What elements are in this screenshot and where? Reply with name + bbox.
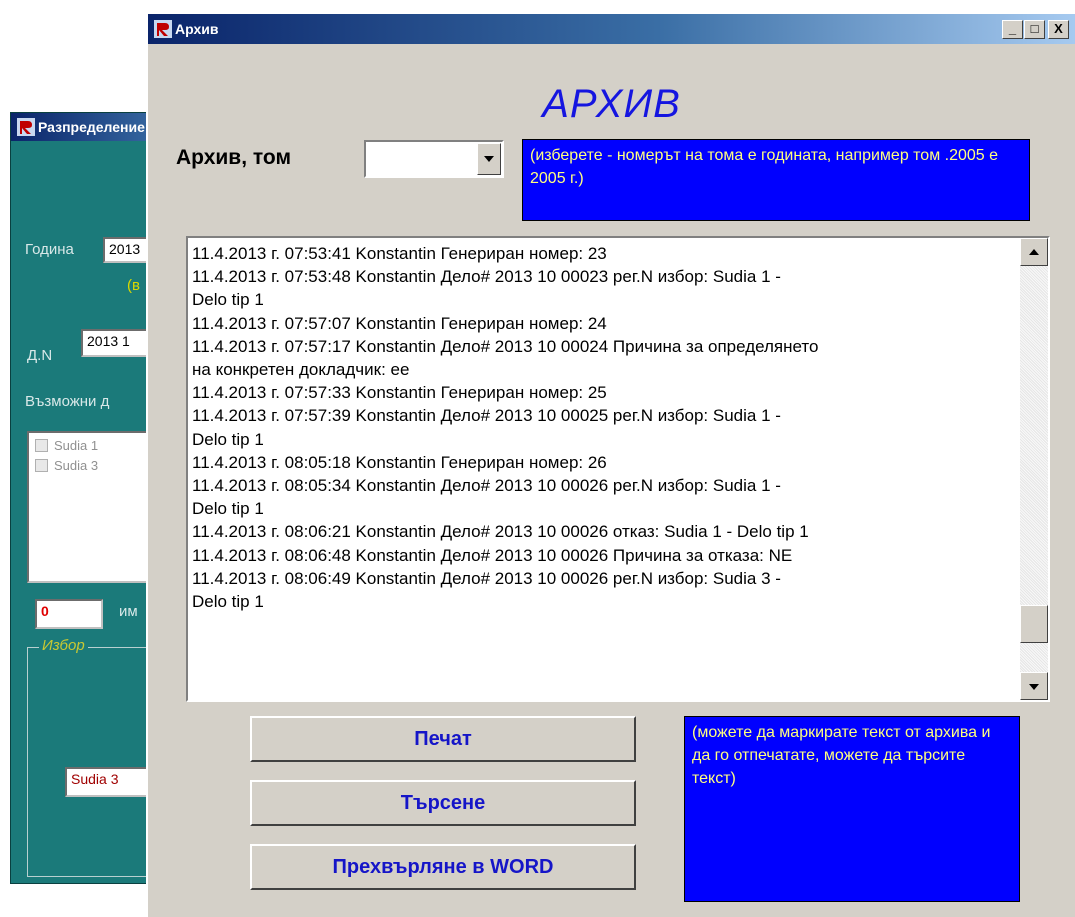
log-line: 11.4.2013 г. 07:57:33 Konstantin Генерир… xyxy=(192,383,607,403)
log-line: 11.4.2013 г. 08:05:18 Konstantin Генерир… xyxy=(192,452,607,472)
export-word-button[interactable]: Прехвърляне в WORD xyxy=(250,844,636,890)
print-hint: (можете да маркирате текст от архива и д… xyxy=(684,716,1020,902)
judge-name: Sudia 1 xyxy=(54,437,99,453)
archive-log[interactable]: 11.4.2013 г. 07:53:41 Konstantin Генерир… xyxy=(186,236,1050,702)
possible-judges-label: Възможни д xyxy=(25,393,110,410)
maximize-button[interactable]: □ xyxy=(1024,20,1045,39)
log-line: Delo tip 1 xyxy=(192,499,264,519)
year-hint: (в xyxy=(127,277,140,294)
log-line: на конкретен докладчик: ее xyxy=(192,360,410,380)
log-text[interactable]: 11.4.2013 г. 07:53:41 Konstantin Генерир… xyxy=(192,242,1018,613)
app-icon xyxy=(17,118,35,136)
scroll-up-button[interactable] xyxy=(1020,238,1048,266)
print-button[interactable]: Печат xyxy=(250,716,636,762)
log-line: 11.4.2013 г. 07:57:17 Konstantin Дело# 2… xyxy=(192,336,819,356)
log-line: 11.4.2013 г. 08:06:49 Konstantin Дело# 2… xyxy=(192,568,781,588)
page-heading: АРХИВ xyxy=(542,82,681,126)
year-label: Година xyxy=(25,241,74,258)
chevron-down-icon xyxy=(484,156,494,162)
checkbox-icon xyxy=(35,438,48,452)
arrow-up-icon xyxy=(1029,249,1039,255)
log-line: 11.4.2013 г. 07:53:48 Konstantin Дело# 2… xyxy=(192,267,781,287)
volume-hint: (изберете - номерът на тома е годината, … xyxy=(522,139,1030,221)
app-icon xyxy=(154,20,172,38)
selection-group-label: Избор xyxy=(39,637,88,654)
close-button[interactable]: X xyxy=(1048,20,1069,39)
volume-select[interactable] xyxy=(364,140,504,178)
volume-label: Архив, том xyxy=(176,146,291,169)
vertical-scrollbar[interactable] xyxy=(1020,238,1048,700)
log-line: Delo tip 1 xyxy=(192,429,264,449)
judge-name: Sudia 3 xyxy=(54,457,99,473)
dropdown-button[interactable] xyxy=(477,143,501,175)
log-line: 11.4.2013 г. 07:53:41 Konstantin Генерир… xyxy=(192,244,607,263)
scroll-down-button[interactable] xyxy=(1020,672,1048,700)
arrow-down-icon xyxy=(1029,684,1039,690)
case-number-label: Д.N xyxy=(27,347,53,364)
log-line: Delo tip 1 xyxy=(192,592,264,612)
count-field[interactable]: 0 xyxy=(35,599,103,629)
log-line: 11.4.2013 г. 07:57:39 Konstantin Дело# 2… xyxy=(192,406,781,426)
log-line: 11.4.2013 г. 07:57:07 Konstantin Генерир… xyxy=(192,313,607,333)
log-line: 11.4.2013 г. 08:06:21 Konstantin Дело# 2… xyxy=(192,522,809,542)
minimize-button[interactable]: _ xyxy=(1002,20,1023,39)
count-label: им xyxy=(119,603,138,620)
search-button[interactable]: Търсене xyxy=(250,780,636,826)
log-line: 11.4.2013 г. 08:06:48 Konstantin Дело# 2… xyxy=(192,545,793,565)
log-line: 11.4.2013 г. 08:05:34 Konstantin Дело# 2… xyxy=(192,476,781,496)
archive-window-titlebar[interactable]: Архив _ □ X xyxy=(148,14,1075,44)
scroll-thumb[interactable] xyxy=(1020,604,1048,643)
log-line: Delo tip 1 xyxy=(192,290,264,310)
archive-window[interactable]: Архив _ □ X АРХИВ Архив, том (изберете -… xyxy=(146,12,1075,917)
checkbox-icon xyxy=(35,458,48,472)
bg-window-title: Разпределение xyxy=(38,119,145,135)
window-title: Архив xyxy=(175,21,219,37)
